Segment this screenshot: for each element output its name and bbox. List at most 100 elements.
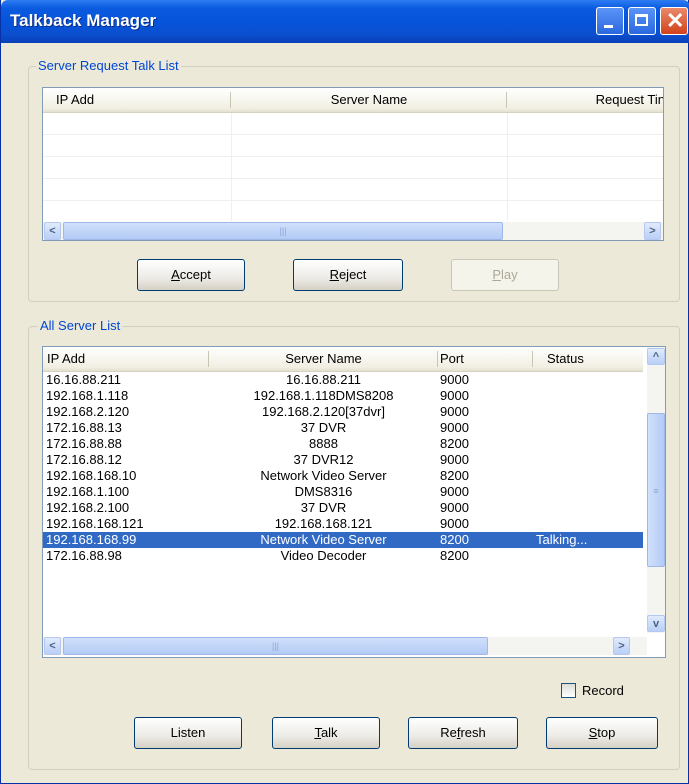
cell-status [533,388,643,404]
cell-port: 8200 [440,532,469,547]
cell-status [533,404,643,420]
server-row[interactable]: 172.16.88.13 37 DVR 9000 [43,420,643,436]
server-row[interactable]: 192.168.2.120 192.168.2.120[37dvr] 9000 [43,404,643,420]
scroll-thumb[interactable]: ||| [63,637,488,655]
label-post: lay [501,267,518,282]
scroll-thumb[interactable]: ≡ [647,413,665,567]
cell-ip: 172.16.88.13 [46,420,122,435]
cell-name: 37 DVR [300,420,347,435]
cell-ip: 192.168.1.100 [46,484,130,499]
reject-button[interactable]: Reject [293,259,403,291]
column-label: Port [440,351,464,366]
cell-status [533,484,643,500]
scroll-up-icon[interactable]: ^ [647,348,665,365]
cell-name: 8888 [309,436,338,451]
all-server-group-title: All Server List [38,318,123,333]
record-checkbox[interactable] [561,683,576,698]
label-post: eject [338,267,367,282]
server-row[interactable]: 172.16.88.88 8888 8200 [43,436,643,452]
server-row[interactable]: 192.168.168.121 192.168.168.121 9000 [43,516,643,532]
cell-port: 9000 [440,404,469,419]
minimize-button[interactable] [596,7,624,35]
request-list-hscrollbar[interactable]: < ||| > [43,222,663,240]
cell-status [533,548,643,564]
column-ip-add[interactable]: IP Add [43,88,231,112]
column-server-name[interactable]: Server Name [231,88,507,112]
column-request-time[interactable]: Request Tin [507,88,663,112]
server-request-group-title: Server Request Talk List [36,58,181,73]
server-row[interactable]: 172.16.88.98 Video Decoder 8200 [43,548,643,564]
grid-line [507,113,508,221]
talkback-manager-window: Talkback Manager ✕ Server Request Talk L… [0,0,689,784]
cell-status [533,436,643,452]
cell-name: 192.168.1.118DMS8208 [253,388,394,403]
label-pre: Listen [170,725,206,740]
cell-ip: 192.168.2.120 [46,404,130,419]
record-label[interactable]: Record [582,683,624,698]
column-status[interactable]: Status [533,347,643,371]
window-title: Talkback Manager [10,11,157,30]
empty-row [43,135,663,157]
cell-ip: 192.168.2.100 [46,500,130,515]
server-list-vscrollbar[interactable]: ^ ≡ v [647,347,665,633]
cell-status [533,468,643,484]
cell-port: 9000 [440,372,469,387]
column-port[interactable]: Port [438,347,533,371]
cell-port: 9000 [440,452,469,467]
label-key: S [588,725,598,740]
scroll-right-icon[interactable]: > [613,637,630,655]
server-row[interactable]: 192.168.2.100 37 DVR 9000 [43,500,643,516]
cell-status: Talking... [536,532,588,547]
column-label: Status [547,351,584,366]
server-row[interactable]: 192.168.1.100 DMS8316 9000 [43,484,643,500]
scroll-left-icon[interactable]: < [44,222,61,240]
cell-status [533,500,643,516]
request-list-header: IP Add Server Name Request Tin [43,88,663,113]
column-label: Server Name [330,92,408,107]
scroll-right-icon[interactable]: > [644,222,661,240]
cell-ip: 16.16.88.211 [46,372,121,387]
maximize-button[interactable] [628,7,656,35]
cell-ip: 192.168.168.121 [46,516,144,531]
title-bar[interactable]: Talkback Manager ✕ [1,0,689,43]
scroll-down-icon[interactable]: v [647,615,665,632]
column-server-name[interactable]: Server Name [209,347,438,371]
request-talk-list[interactable]: IP Add Server Name Request Tin < ||| > [42,87,664,241]
label-post: top [597,725,616,740]
server-row[interactable]: 172.16.88.12 37 DVR12 9000 [43,452,643,468]
server-row[interactable]: 16.16.88.211 16.16.88.211 9000 [43,372,643,388]
column-label: IP Add [56,92,95,107]
talk-button[interactable]: Talk [272,717,380,749]
server-row[interactable]: 192.168.168.99 Network Video Server 8200 Ta… [43,532,643,548]
cell-port: 9000 [440,388,469,403]
server-row[interactable]: 192.168.1.118 192.168.1.118DMS8208 9000 [43,388,643,404]
label-pre: Re [440,725,457,740]
cell-ip: 192.168.168.99 [46,532,137,547]
cell-port: 8200 [440,436,469,451]
server-row[interactable]: 192.168.168.10 Network Video Server 8200 [43,468,643,484]
empty-row [43,201,663,223]
scroll-left-icon[interactable]: < [44,637,61,655]
listen-button[interactable]: Listen [134,717,242,749]
column-ip-add[interactable]: IP Add [43,347,209,371]
cell-status [533,372,643,388]
cell-status [533,452,643,468]
cell-ip: 172.16.88.88 [46,436,122,451]
play-button[interactable]: Play [451,259,559,291]
cell-status [533,516,643,532]
cell-port: 9000 [440,516,469,531]
close-icon: ✕ [666,8,685,33]
cell-ip: 172.16.88.98 [46,548,122,563]
scroll-thumb[interactable]: ||| [63,222,503,240]
cell-port: 9000 [440,500,469,515]
stop-button[interactable]: Stop [546,717,658,749]
cell-ip: 192.168.168.10 [46,468,137,483]
cell-port: 9000 [440,484,469,499]
cell-name: 192.168.168.121 [274,516,373,531]
refresh-button[interactable]: Refresh [408,717,518,749]
server-list-header: IP Add Server Name Port Status [43,347,643,372]
all-server-list[interactable]: IP Add Server Name Port Status 16.16.88.… [42,346,666,658]
close-button[interactable]: ✕ [660,7,688,35]
accept-button[interactable]: Accept [137,259,245,291]
server-list-hscrollbar[interactable]: < ||| > [43,637,647,655]
